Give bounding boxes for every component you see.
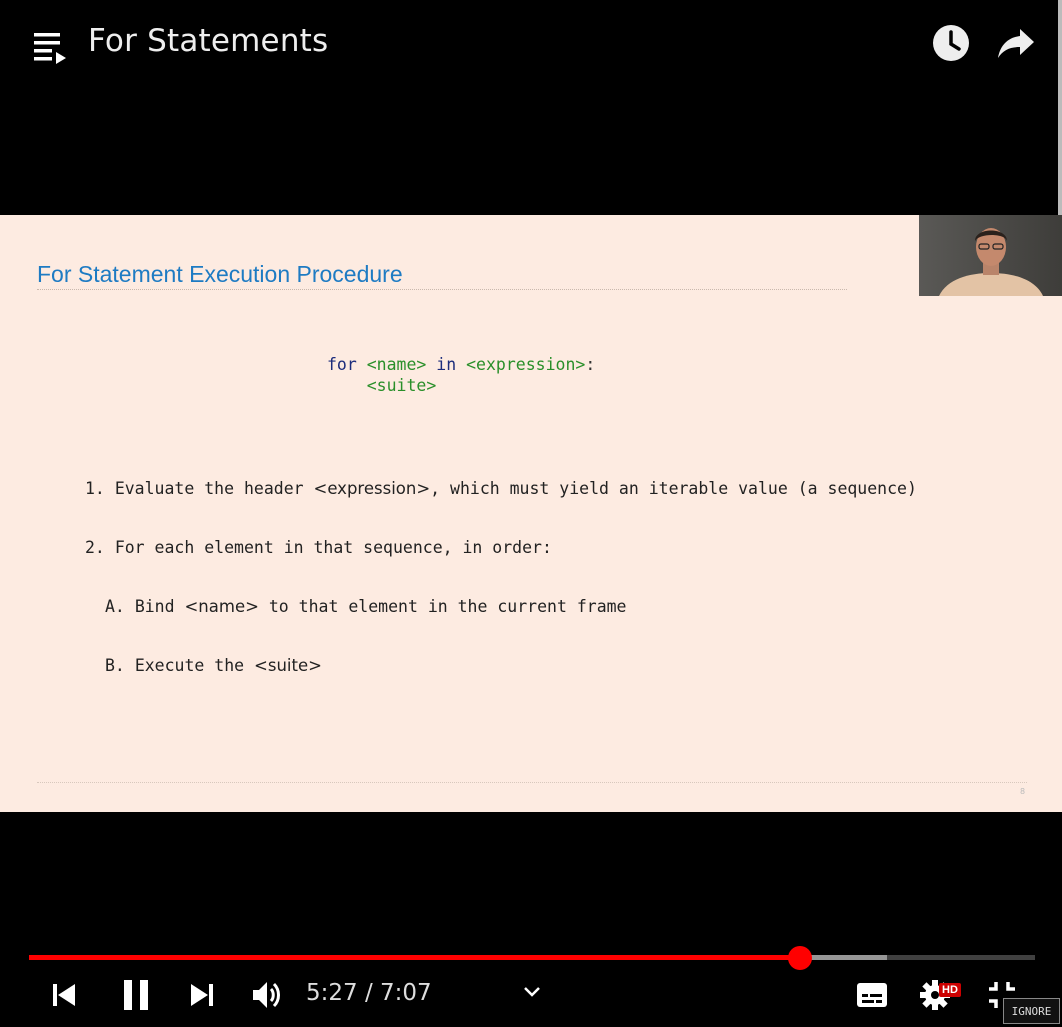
top-bar: For Statements bbox=[0, 0, 1062, 90]
code-name: <name> bbox=[366, 355, 427, 374]
chevron-down-icon[interactable] bbox=[520, 982, 544, 1002]
current-time: 5:27 bbox=[306, 980, 358, 1006]
clock-icon[interactable] bbox=[930, 22, 972, 64]
step-2a: A. Bind <name> to that element in the cu… bbox=[105, 597, 627, 616]
code-snippet: for <name> in <expression>: <suite> bbox=[327, 354, 595, 396]
slide: For Statement Execution Procedure for <n… bbox=[0, 215, 1062, 812]
step-2: 2. For each element in that sequence, in… bbox=[85, 538, 552, 557]
step-text: Evaluate the header bbox=[114, 479, 314, 498]
pause-icon[interactable] bbox=[120, 978, 152, 1012]
subtitles-icon[interactable] bbox=[856, 980, 888, 1010]
presenter-webcam bbox=[919, 215, 1062, 296]
hd-badge: HD bbox=[939, 983, 961, 997]
volume-icon[interactable] bbox=[250, 979, 284, 1011]
keyword-in: in bbox=[436, 355, 457, 374]
title-divider bbox=[37, 289, 847, 290]
video-title[interactable]: For Statements bbox=[88, 23, 328, 59]
progress-bar[interactable] bbox=[29, 955, 1035, 960]
step-code: <expression> bbox=[313, 479, 431, 498]
step-text: Bind bbox=[134, 597, 185, 616]
footer-divider bbox=[37, 782, 1027, 783]
skip-next-icon[interactable] bbox=[188, 981, 216, 1009]
step-marker: 1. bbox=[85, 479, 105, 498]
slide-title: For Statement Execution Procedure bbox=[37, 261, 403, 287]
slide-page-number: 8 bbox=[1020, 787, 1026, 796]
step-code: <suite> bbox=[254, 656, 322, 675]
step-text-end: , which must yield an iterable value (a … bbox=[430, 479, 917, 498]
skip-previous-icon[interactable] bbox=[50, 981, 78, 1009]
playlist-icon[interactable] bbox=[32, 30, 68, 64]
ignore-button[interactable]: IGNORE bbox=[1003, 998, 1060, 1024]
share-icon[interactable] bbox=[996, 25, 1036, 61]
step-marker: 2. bbox=[85, 538, 105, 557]
code-expression: <expression> bbox=[466, 355, 586, 374]
time-display: 5:27 / 7:07 bbox=[306, 980, 432, 1006]
step-marker: B. bbox=[105, 656, 125, 675]
keyword-for: for bbox=[327, 355, 357, 374]
step-marker: A. bbox=[105, 597, 125, 616]
duration: 7:07 bbox=[380, 980, 432, 1006]
code-suite: <suite> bbox=[366, 376, 437, 395]
played-bar bbox=[29, 955, 800, 960]
code-colon: : bbox=[585, 355, 596, 374]
step-text: For each element in that sequence, in or… bbox=[114, 538, 552, 557]
step-text: Execute the bbox=[134, 656, 255, 675]
step-2b: B. Execute the <suite> bbox=[105, 656, 322, 675]
step-1: 1. Evaluate the header <expression>, whi… bbox=[85, 479, 917, 498]
step-code: <name> bbox=[184, 597, 259, 616]
step-text-end: to that element in the current frame bbox=[258, 597, 627, 616]
scrubber-handle[interactable] bbox=[787, 946, 812, 970]
